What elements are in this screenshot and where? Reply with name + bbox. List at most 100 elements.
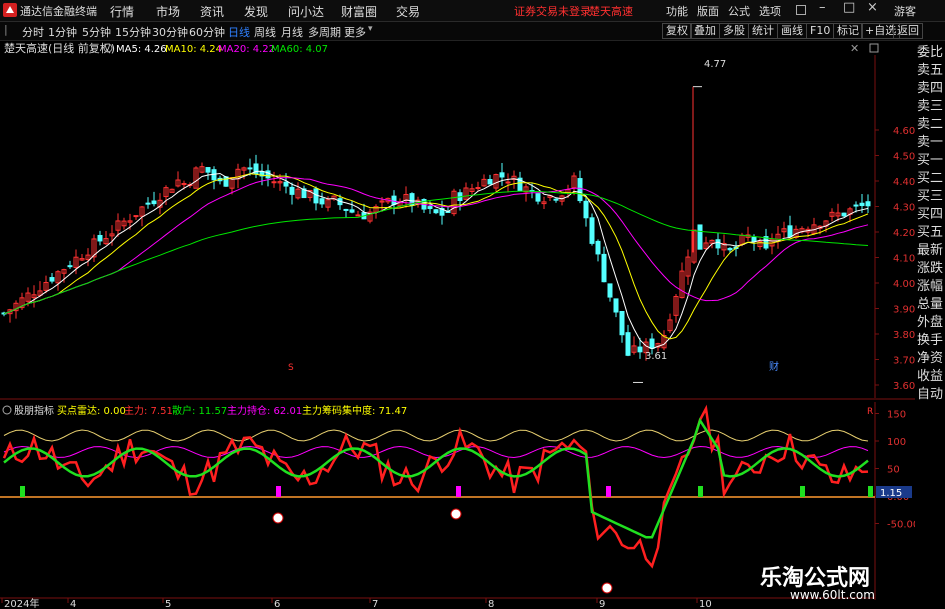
candlestick-chart[interactable]: 楚天高速(日线 前复权) MA5: 4.26 MA10: 4.24 MA20: … — [0, 40, 915, 400]
menu-wealth[interactable]: 财富圈 — [341, 3, 377, 20]
tab-timeshare[interactable]: 分时 — [22, 24, 44, 40]
tab-monthly[interactable]: 月线 — [281, 24, 303, 40]
close-icon[interactable]: × — [867, 0, 878, 15]
indicator-settings-icon[interactable] — [2, 405, 12, 415]
side-item-14[interactable]: 总量 — [917, 296, 945, 313]
retail-value: 散户: 11.57 — [172, 404, 227, 417]
minimize-icon[interactable]: – — [819, 0, 826, 15]
tab-weekly[interactable]: 周线 — [254, 24, 276, 40]
candle-body — [205, 167, 211, 173]
side-item-6[interactable]: 买一 — [917, 152, 945, 169]
login-notice[interactable]: 证券交易未登录 — [514, 3, 591, 19]
tab-more[interactable]: 更多 — [344, 24, 366, 40]
price-tick-label: 3.70 — [893, 356, 915, 367]
menu-quotes[interactable]: 行情 — [110, 3, 134, 20]
tab-60min[interactable]: 60分钟 — [189, 24, 225, 40]
holding-value: 主力持仓: 62.01 — [227, 404, 302, 417]
signal-bar — [800, 486, 805, 497]
side-item-10[interactable]: 买五 — [917, 224, 945, 241]
menu-formula[interactable]: 公式 — [728, 3, 750, 19]
candle-body — [649, 338, 655, 349]
finance-marker[interactable]: 财 — [769, 360, 779, 373]
side-item-3[interactable]: 卖三 — [917, 98, 945, 115]
quote-side-panel: 委比 卖五 卖四 卖三 卖二 卖一 买一 买二 买三 买四 买五 最新 涨跌 涨幅 总量 外盘 换手 净资 收益 自动 — [917, 40, 945, 405]
price-tick-label: 4.40 — [893, 177, 915, 188]
adjust-button[interactable]: 复权 — [662, 23, 692, 39]
side-item-5[interactable]: 卖一 — [917, 134, 945, 151]
tab-daily[interactable]: 日线 — [228, 24, 250, 40]
candle-body — [247, 167, 253, 170]
side-item-8[interactable]: 买三 — [917, 188, 945, 205]
side-item-15[interactable]: 外盘 — [917, 314, 945, 331]
concentration-value: 主力筹码集中度: 71.47 — [302, 404, 407, 417]
candle-body — [625, 332, 631, 356]
chart-close-icon[interactable]: ✕ — [850, 42, 859, 55]
side-item-18[interactable]: 收益 — [917, 368, 945, 385]
tab-30min[interactable]: 30分钟 — [152, 24, 188, 40]
chevron-down-icon[interactable]: ▾ — [368, 24, 373, 34]
side-item-13[interactable]: 涨幅 — [917, 278, 945, 295]
tab-multiperiod[interactable]: 多周期 — [308, 24, 341, 40]
price-tick-label: 3.80 — [893, 330, 915, 341]
candle-body — [727, 247, 733, 251]
price-tick-label: 4.10 — [893, 254, 915, 265]
s-marker: S — [288, 363, 294, 373]
side-item-0[interactable]: 委比 — [917, 44, 945, 61]
drawline-button[interactable]: 画线 — [777, 23, 807, 39]
x-label: 2024年 — [4, 597, 39, 609]
menu-news[interactable]: 资讯 — [200, 3, 224, 20]
candle-body — [859, 202, 865, 207]
menu-options[interactable]: 选项 — [759, 3, 781, 19]
back-button[interactable]: 返回 — [893, 23, 923, 39]
mark-button[interactable]: 标记 — [833, 23, 863, 39]
side-item-11[interactable]: 最新 — [917, 242, 945, 259]
candle-body — [271, 181, 277, 184]
signal-bar — [868, 486, 873, 497]
menu-ask[interactable]: 问小达 — [288, 3, 324, 20]
signal-bar — [20, 486, 25, 497]
menu-layout[interactable]: 版面 — [697, 3, 719, 19]
app-name: 通达信金融终端 — [20, 5, 97, 18]
candle-body — [577, 178, 583, 202]
menu-trade[interactable]: 交易 — [396, 3, 420, 20]
side-item-2[interactable]: 卖四 — [917, 80, 945, 97]
retail-line — [3, 417, 869, 539]
ma10-label: MA10: 4.24 — [165, 44, 222, 55]
guest-label[interactable]: 游客 — [894, 3, 916, 19]
overlay-button[interactable]: 叠加 — [690, 23, 720, 39]
side-item-17[interactable]: 净资 — [917, 350, 945, 367]
skin-icon[interactable] — [796, 5, 806, 15]
candle-body — [787, 225, 793, 238]
side-item-4[interactable]: 卖二 — [917, 116, 945, 133]
x-label: 4 — [70, 599, 76, 609]
candle-body — [751, 236, 757, 242]
side-item-16[interactable]: 换手 — [917, 332, 945, 349]
ma10-line — [3, 173, 869, 340]
buy-signal-value: 买点雷达: 0.00 — [57, 405, 126, 417]
tab-1min[interactable]: 1分钟 — [48, 24, 77, 40]
price-tick-label: 4.50 — [893, 152, 915, 163]
price-tick-label: 4.30 — [893, 203, 915, 214]
side-item-19[interactable]: 自动 — [917, 386, 945, 403]
signal-bar — [698, 486, 703, 497]
tab-5min[interactable]: 5分钟 — [82, 24, 111, 40]
chart-maximize-icon[interactable] — [869, 43, 879, 53]
side-item-7[interactable]: 买二 — [917, 170, 945, 187]
stats-button[interactable]: 统计 — [748, 23, 778, 39]
side-item-9[interactable]: 买四 — [917, 206, 945, 223]
f10-button[interactable]: F10 — [806, 23, 835, 39]
menu-function[interactable]: 功能 — [666, 3, 688, 19]
candle-body — [601, 253, 607, 283]
menu-discover[interactable]: 发现 — [244, 3, 268, 20]
ind-tick-label: 100 — [887, 437, 906, 448]
maximize-icon[interactable]: □ — [843, 0, 855, 15]
ma-lines-group — [3, 170, 869, 350]
side-item-1[interactable]: 卖五 — [917, 62, 945, 79]
multistock-button[interactable]: 多股 — [719, 23, 749, 39]
price-tick-label: 3.60 — [893, 381, 915, 392]
tab-15min[interactable]: 15分钟 — [115, 24, 151, 40]
buy-point-icon — [601, 582, 613, 594]
x-label: 7 — [372, 599, 378, 609]
menu-market[interactable]: 市场 — [156, 3, 180, 20]
side-item-12[interactable]: 涨跌 — [917, 260, 945, 277]
